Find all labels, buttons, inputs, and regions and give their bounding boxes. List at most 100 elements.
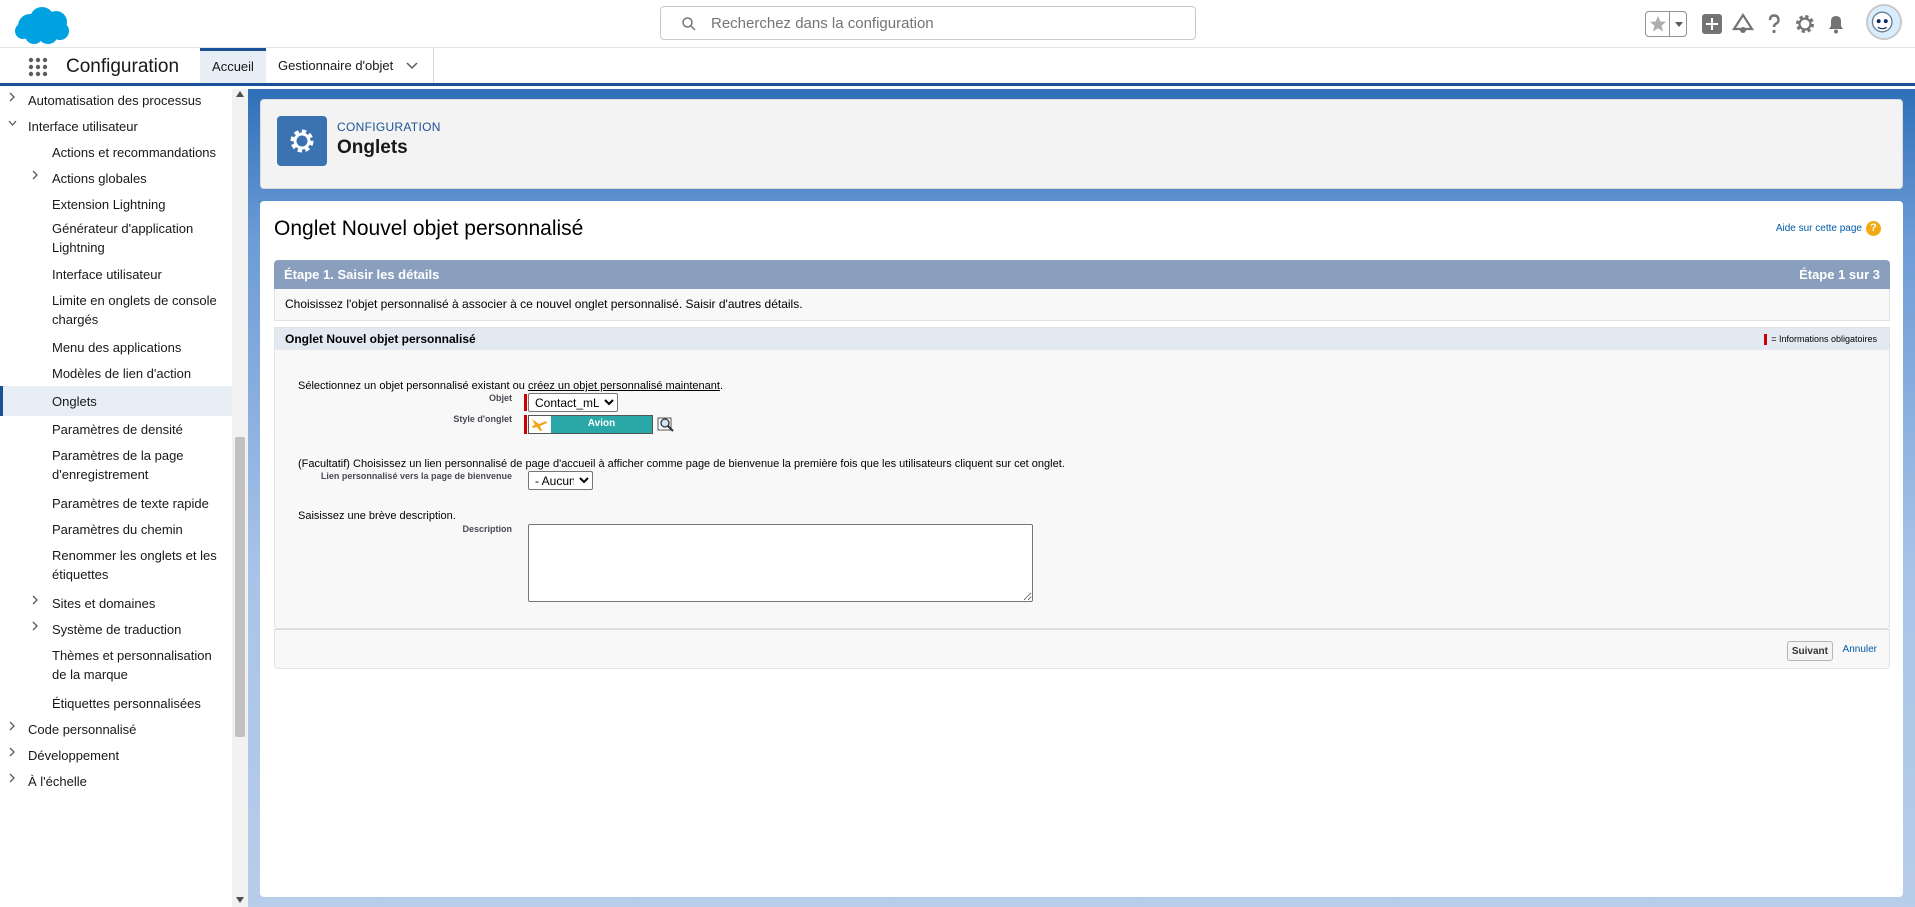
help-link-label[interactable]: Aide sur cette page	[1776, 223, 1862, 234]
splash-instructions: (Facultatif) Choisissez un lien personna…	[298, 458, 1065, 470]
object-select[interactable]: Contact_mList	[528, 393, 618, 412]
sidebar-item-modeles-lien-action[interactable]: Modèles de lien d'action	[0, 360, 232, 386]
setup-search[interactable]	[660, 6, 1196, 40]
splash-page-select[interactable]: - Aucun -	[528, 471, 593, 490]
user-avatar[interactable]	[1866, 4, 1902, 40]
select-object-instructions: Sélectionnez un objet personnalisé exist…	[298, 380, 723, 392]
sidebar-item-themes-marque[interactable]: Thèmes et personnalisation de la marque	[0, 642, 232, 690]
sidebar-item-menu-applications[interactable]: Menu des applications	[0, 334, 232, 360]
sidebar-item-automatisation[interactable]: Automatisation des processus	[0, 89, 232, 113]
sidebar-item-parametres-texte-rapide[interactable]: Paramètres de texte rapide	[0, 490, 232, 516]
sidebar-item-parametres-densite[interactable]: Paramètres de densité	[0, 416, 232, 442]
chevron-right-icon[interactable]	[31, 170, 40, 180]
sidebar-item-label: Automatisation des processus	[28, 93, 202, 108]
favorites-menu-button[interactable]	[1669, 12, 1687, 36]
sidebar-item-label: Menu des applications	[52, 340, 182, 355]
step-header: Étape 1. Saisir les détails Étape 1 sur …	[274, 260, 1890, 289]
section-header: Onglet Nouvel objet personnalisé = Infor…	[275, 328, 1889, 350]
sidebar-item-actions-globales[interactable]: Actions globales	[0, 165, 232, 191]
sidebar-item-label: Code personnalisé	[28, 722, 137, 737]
sidebar-scrollbar[interactable]	[232, 89, 248, 907]
sidebar-item-parametres-page-enregistrement[interactable]: Paramètres de la page d'enregistrement	[0, 442, 232, 490]
sidebar-item-a-l-echelle[interactable]: À l'échelle	[0, 768, 232, 794]
sidebar-item-label: Système de traduction	[52, 622, 182, 637]
sidebar-item-extension-lightning[interactable]: Extension Lightning	[0, 191, 232, 217]
description-instructions: Saisissez une brève description.	[298, 510, 456, 522]
notifications-bell-icon[interactable]	[1824, 12, 1848, 36]
sidebar-item-sites-domaines[interactable]: Sites et domaines	[0, 590, 232, 616]
scrollbar-thumb[interactable]	[235, 437, 245, 737]
airplane-icon	[529, 416, 551, 433]
help-icon[interactable]: ?	[1866, 221, 1881, 236]
step-description: Choisissez l'objet personnalisé à associ…	[274, 289, 1890, 321]
gear-icon	[290, 129, 314, 153]
sidebar-item-label: Limite en onglets de console chargés	[52, 293, 217, 327]
help-icon[interactable]	[1762, 12, 1786, 36]
help-link[interactable]: Aide sur cette page?	[1776, 221, 1881, 236]
sidebar-item-interface-utilisateur[interactable]: Interface utilisateur	[0, 113, 232, 139]
sidebar-item-interface-utilisateur-child[interactable]: Interface utilisateur	[0, 261, 232, 287]
sidebar-item-systeme-traduction[interactable]: Système de traduction	[0, 616, 232, 642]
page-header: CONFIGURATION Onglets	[260, 99, 1903, 189]
sidebar-item-limite-onglets-console[interactable]: Limite en onglets de console chargés	[0, 287, 232, 331]
salesforce-logo[interactable]	[12, 4, 72, 46]
main-content: CONFIGURATION Onglets Onglet Nouvel obje…	[248, 89, 1915, 907]
app-title: Configuration	[66, 56, 180, 77]
tab-style-label: Style d'onglet	[453, 414, 512, 424]
sidebar-item-label: Paramètres de texte rapide	[52, 496, 209, 511]
next-button[interactable]: Suivant	[1786, 641, 1833, 661]
sidebar-item-renommer-onglets[interactable]: Renommer les onglets et les étiquettes	[0, 542, 232, 590]
select-intro-text: Sélectionnez un objet personnalisé exist…	[298, 380, 525, 392]
scroll-down-arrow-icon[interactable]	[236, 897, 244, 903]
sidebar-item-parametres-chemin[interactable]: Paramètres du chemin	[0, 516, 232, 542]
global-header	[0, 0, 1915, 48]
search-input[interactable]	[711, 13, 1181, 33]
sidebar-item-label: Thèmes et personnalisation de la marque	[52, 648, 212, 682]
lookup-icon[interactable]	[657, 415, 675, 433]
favorites-button[interactable]	[1645, 11, 1687, 37]
page-title: Onglets	[337, 137, 408, 158]
splash-page-label: Lien personnalisé vers la page de bienve…	[320, 471, 512, 481]
chevron-right-icon[interactable]	[8, 747, 17, 757]
app-launcher-icon[interactable]	[28, 57, 48, 77]
tab-style-value: Avion	[587, 418, 616, 429]
tab-accueil[interactable]: Accueil	[200, 48, 266, 83]
chevron-right-icon[interactable]	[8, 92, 17, 102]
tab-style-field[interactable]: Avion	[528, 415, 653, 434]
sidebar-item-onglets[interactable]: Onglets	[0, 386, 232, 416]
sidebar-item-code-personnalise[interactable]: Code personnalisé	[0, 716, 232, 742]
setup-gear-icon[interactable]	[1793, 12, 1817, 36]
chevron-right-icon[interactable]	[8, 773, 17, 783]
astro-icon	[1871, 11, 1893, 33]
description-textarea[interactable]	[528, 524, 1033, 602]
section-title: Onglet Nouvel objet personnalisé	[285, 332, 476, 346]
sidebar-item-label: Extension Lightning	[52, 197, 166, 212]
chevron-down-icon[interactable]	[406, 61, 418, 71]
wizard-button-bar: Suivant Annuler	[274, 629, 1890, 669]
trailhead-icon[interactable]	[1731, 12, 1755, 36]
create-object-link[interactable]: créez un objet personnalisé maintenant	[528, 380, 720, 392]
sidebar-item-label: Générateur d'application Lightning	[52, 221, 194, 255]
sidebar-item-developpement[interactable]: Développement	[0, 742, 232, 768]
add-icon[interactable]	[1700, 12, 1724, 36]
scroll-up-arrow-icon[interactable]	[236, 91, 244, 97]
setup-header-icon	[277, 116, 327, 166]
chevron-right-icon[interactable]	[31, 595, 40, 605]
chevron-right-icon[interactable]	[31, 621, 40, 631]
object-label: Objet	[488, 393, 512, 403]
sidebar-item-generateur-application[interactable]: Générateur d'application Lightning	[0, 217, 232, 261]
tab-object-manager[interactable]: Gestionnaire d'objet	[266, 48, 434, 83]
sidebar-item-label: Sites et domaines	[52, 596, 156, 611]
sidebar-item-etiquettes-personnalisees[interactable]: Étiquettes personnalisées	[0, 690, 232, 716]
chevron-down-icon[interactable]	[8, 118, 17, 128]
wizard-title: Onglet Nouvel objet personnalisé	[274, 217, 584, 240]
chevron-right-icon[interactable]	[8, 721, 17, 731]
sidebar-item-label: Actions globales	[52, 171, 147, 186]
setup-tree-sidebar: Automatisation des processus Interface u…	[0, 89, 248, 907]
sidebar-item-actions-recommandations[interactable]: Actions et recommandations	[0, 139, 232, 165]
sidebar-item-label: Développement	[28, 748, 120, 763]
sidebar-item-label: Interface utilisateur	[28, 119, 138, 134]
required-legend: = Informations obligatoires	[1764, 332, 1877, 346]
favorites-star-icon[interactable]	[1649, 15, 1667, 33]
cancel-link[interactable]: Annuler	[1843, 644, 1877, 655]
